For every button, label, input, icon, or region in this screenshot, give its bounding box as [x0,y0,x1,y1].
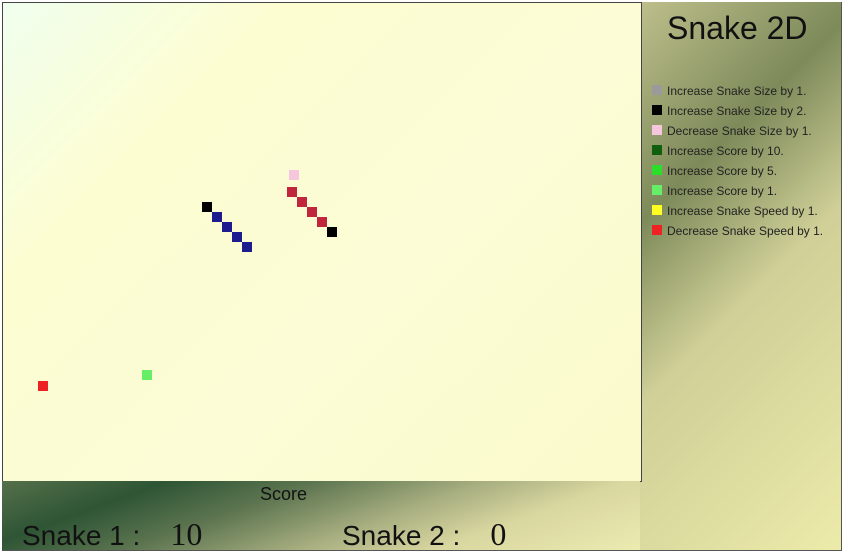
legend-label: Increase Snake Size by 1. [667,84,807,98]
legend-label: Decrease Snake Size by 1. [667,124,812,138]
swatch-yellow-icon [652,205,662,215]
food-decrease-size [289,170,299,180]
snake2-head [327,227,337,237]
legend-item: Decrease Snake Size by 1. [650,121,823,141]
legend-item: Increase Snake Speed by 1. [650,201,823,221]
snake1-head [202,202,212,212]
legend-item: Increase Snake Size by 1. [650,81,823,101]
snake1-score-value: 10 [170,516,203,551]
legend-item: Increase Score by 1. [650,181,823,201]
snake2-segment [317,217,327,227]
snake1-segment [212,212,222,222]
swatch-gray-icon [652,85,662,95]
score-panel: Score Snake 1 : 10 Snake 2 : 0 [2,481,640,551]
snake1-score: Snake 1 : 10 [22,516,203,551]
legend-item: Increase Score by 5. [650,161,823,181]
swatch-pink-icon [652,125,662,135]
legend-item: Increase Score by 10. [650,141,823,161]
game-board[interactable] [2,2,642,482]
food-score-1 [142,370,152,380]
game-window: Snake 2D Increase Snake Size by 1. Incre… [2,2,842,551]
snake1-segment [222,222,232,232]
swatch-red-icon [652,225,662,235]
legend-item: Decrease Snake Speed by 1. [650,221,823,241]
game-title: Snake 2D [667,10,808,46]
legend-label: Increase Score by 10. [667,144,784,158]
swatch-dark-green-icon [652,145,662,155]
swatch-light-green-icon [652,185,662,195]
swatch-black-icon [652,105,662,115]
swatch-green-icon [652,165,662,175]
snake2-segment [297,197,307,207]
legend-label: Decrease Snake Speed by 1. [667,224,824,238]
food-decrease-speed [38,381,48,391]
legend-label: Increase Snake Size by 2. [667,104,807,118]
legend-label: Increase Snake Speed by 1. [667,204,818,218]
snake2-segment [307,207,317,217]
snake2-score-value: 0 [490,516,507,551]
snake1-score-label: Snake 1 : [22,520,141,551]
snake2-segment [287,187,297,197]
legend-item: Increase Snake Size by 2. [650,101,823,121]
powerup-legend: Increase Snake Size by 1. Increase Snake… [650,81,823,241]
legend-label: Increase Score by 5. [667,164,778,178]
score-heading: Score [260,484,308,504]
snake1-segment [242,242,252,252]
legend-label: Increase Score by 1. [667,184,778,198]
snake1-segment [232,232,242,242]
snake2-score: Snake 2 : 0 [342,516,507,551]
snake2-score-label: Snake 2 : [342,520,461,551]
